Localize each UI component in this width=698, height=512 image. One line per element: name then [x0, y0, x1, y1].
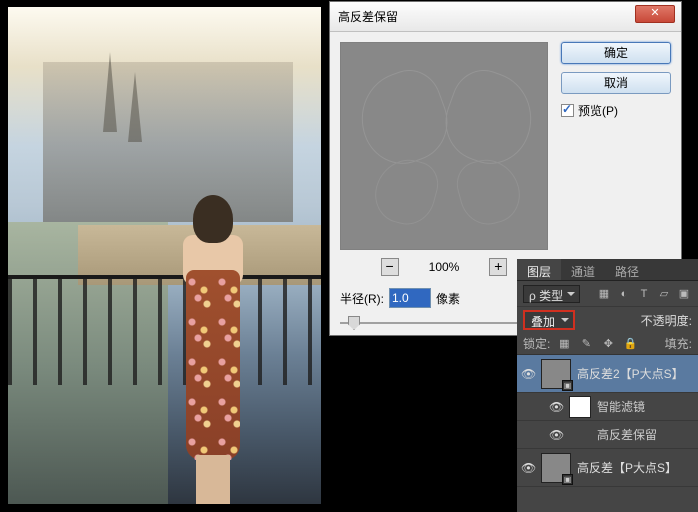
filter-entry[interactable]: 👁 高反差保留: [517, 421, 698, 449]
lock-all-icon[interactable]: 🔒: [622, 336, 638, 352]
layers-panel: 图层 通道 路径 ρ 类型 ▦ ◐ T ▱ ▣ 叠加 不透明度: 锁定: ▦ ✎…: [517, 259, 698, 512]
photo-railing: [8, 275, 321, 385]
tab-paths[interactable]: 路径: [605, 259, 649, 280]
radius-label: 半径(R):: [340, 290, 384, 307]
cancel-button[interactable]: 取消: [561, 72, 671, 94]
visibility-toggle[interactable]: 👁: [549, 428, 563, 442]
preview-label: 预览(P): [578, 102, 618, 119]
layer-item[interactable]: 👁 ▣ 高反差【P大点S】: [517, 449, 698, 487]
dialog-title: 高反差保留: [338, 8, 398, 25]
zoom-in-button[interactable]: +: [489, 258, 507, 276]
filter-type-icon[interactable]: T: [636, 286, 652, 302]
layer-list: 👁 ▣ 高反差2【P大点S】 👁 智能滤镜 👁 高反差保留 👁 ▣ 高反差【P大…: [517, 355, 698, 487]
preview-checkbox[interactable]: [561, 104, 574, 117]
fill-label: 填充:: [665, 335, 692, 352]
lock-brush-icon[interactable]: ✎: [578, 336, 594, 352]
filter-name[interactable]: 高反差保留: [597, 426, 657, 443]
lock-position-icon[interactable]: ✥: [600, 336, 616, 352]
radius-unit: 像素: [436, 290, 460, 307]
tab-layers[interactable]: 图层: [517, 259, 561, 280]
filter-adjust-icon[interactable]: ◐: [616, 286, 632, 302]
filter-pixel-icon[interactable]: ▦: [596, 286, 612, 302]
zoom-out-button[interactable]: −: [381, 258, 399, 276]
zoom-percent: 100%: [429, 260, 460, 274]
visibility-toggle[interactable]: 👁: [549, 400, 563, 414]
smart-filters-label: 智能滤镜: [597, 398, 645, 415]
filter-smart-icon[interactable]: ▣: [676, 286, 692, 302]
radius-slider-thumb[interactable]: [348, 316, 360, 330]
dialog-titlebar[interactable]: 高反差保留 ✕: [330, 2, 681, 32]
close-button[interactable]: ✕: [635, 5, 675, 23]
layer-thumbnail[interactable]: ▣: [541, 359, 571, 389]
radius-input[interactable]: [389, 288, 431, 308]
layer-name[interactable]: 高反差【P大点S】: [577, 459, 677, 476]
radius-slider-track[interactable]: [340, 322, 540, 324]
visibility-toggle[interactable]: 👁: [521, 461, 535, 475]
opacity-label: 不透明度:: [641, 312, 692, 329]
lock-label: 锁定:: [523, 335, 550, 352]
smart-filters-row[interactable]: 👁 智能滤镜: [517, 393, 698, 421]
filter-kind-select[interactable]: ρ 类型: [523, 285, 580, 303]
filter-shape-icon[interactable]: ▱: [656, 286, 672, 302]
layer-item[interactable]: 👁 ▣ 高反差2【P大点S】: [517, 355, 698, 393]
layer-name[interactable]: 高反差2【P大点S】: [577, 365, 684, 382]
layer-thumbnail[interactable]: ▣: [541, 453, 571, 483]
filter-preview[interactable]: [340, 42, 548, 250]
tab-channels[interactable]: 通道: [561, 259, 605, 280]
lock-pixels-icon[interactable]: ▦: [556, 336, 572, 352]
visibility-toggle[interactable]: 👁: [521, 367, 535, 381]
filter-mask-thumbnail[interactable]: [569, 396, 591, 418]
blend-mode-select[interactable]: 叠加: [523, 310, 575, 330]
ok-button[interactable]: 确定: [561, 42, 671, 64]
document-canvas[interactable]: [8, 7, 321, 504]
photo-person: [168, 195, 258, 504]
